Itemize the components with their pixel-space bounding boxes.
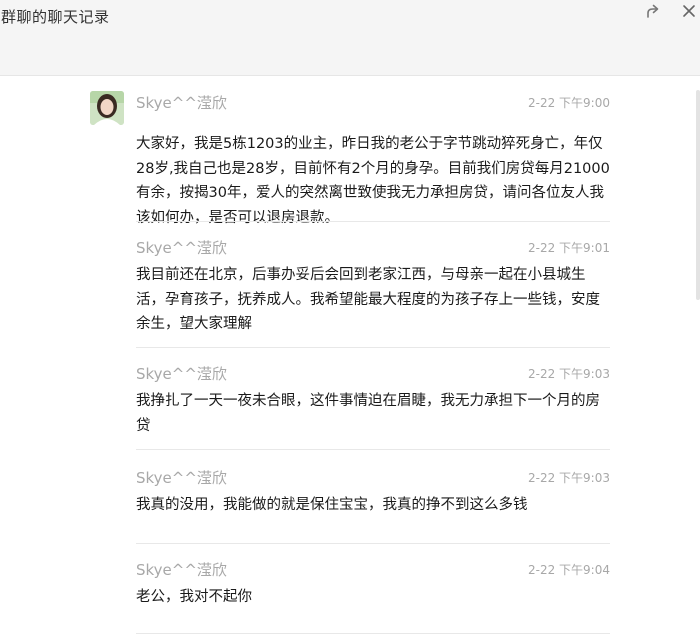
window-title: 群聊的聊天记录 <box>1 8 110 26</box>
message-time: 2-22 下午9:04 <box>528 563 610 577</box>
title-bar: 群聊的聊天记录 <box>0 0 700 76</box>
sender-name[interactable]: Skye^^滢欣 <box>136 237 227 258</box>
message-list: Skye^^滢欣 2-22 下午9:00 大家好，我是5栋1203的业主，昨日我… <box>0 76 700 635</box>
chat-history-window: 群聊的聊天记录 Skye^^滢欣 2-22 下午9:00 大家好，我是5栋120… <box>0 0 700 635</box>
message-time: 2-22 下午9:00 <box>528 96 610 110</box>
sender-name[interactable]: Skye^^滢欣 <box>136 92 227 113</box>
sender-name[interactable]: Skye^^滢欣 <box>136 559 227 580</box>
message-time: 2-22 下午9:03 <box>528 367 610 381</box>
message-text: 老公，我对不起你 <box>136 589 252 605</box>
message-divider <box>136 633 610 634</box>
message-text: 我目前还在北京，后事办妥后会回到老家江西，与母亲一起在小县城生活，孕育孩子，抚养… <box>136 267 600 332</box>
message-text: 我真的没用，我能做的就是保住宝宝，我真的挣不到这么多钱 <box>136 497 528 513</box>
message-divider <box>136 221 610 222</box>
message-time: 2-22 下午9:01 <box>528 241 610 255</box>
close-icon[interactable] <box>680 2 698 20</box>
share-icon[interactable] <box>642 1 662 21</box>
message-time: 2-22 下午9:03 <box>528 471 610 485</box>
message-text: 大家好，我是5栋1203的业主，昨日我的老公于字节跳动猝死身亡，年仅28岁,我自… <box>136 136 610 226</box>
sender-name[interactable]: Skye^^滢欣 <box>136 363 227 384</box>
message-divider <box>136 449 610 450</box>
message-divider <box>136 347 610 348</box>
message-divider <box>136 543 610 544</box>
sender-name[interactable]: Skye^^滢欣 <box>136 467 227 488</box>
message-text: 我挣扎了一天一夜未合眼，这件事情迫在眉睫，我无力承担下一个月的房贷 <box>136 393 600 434</box>
